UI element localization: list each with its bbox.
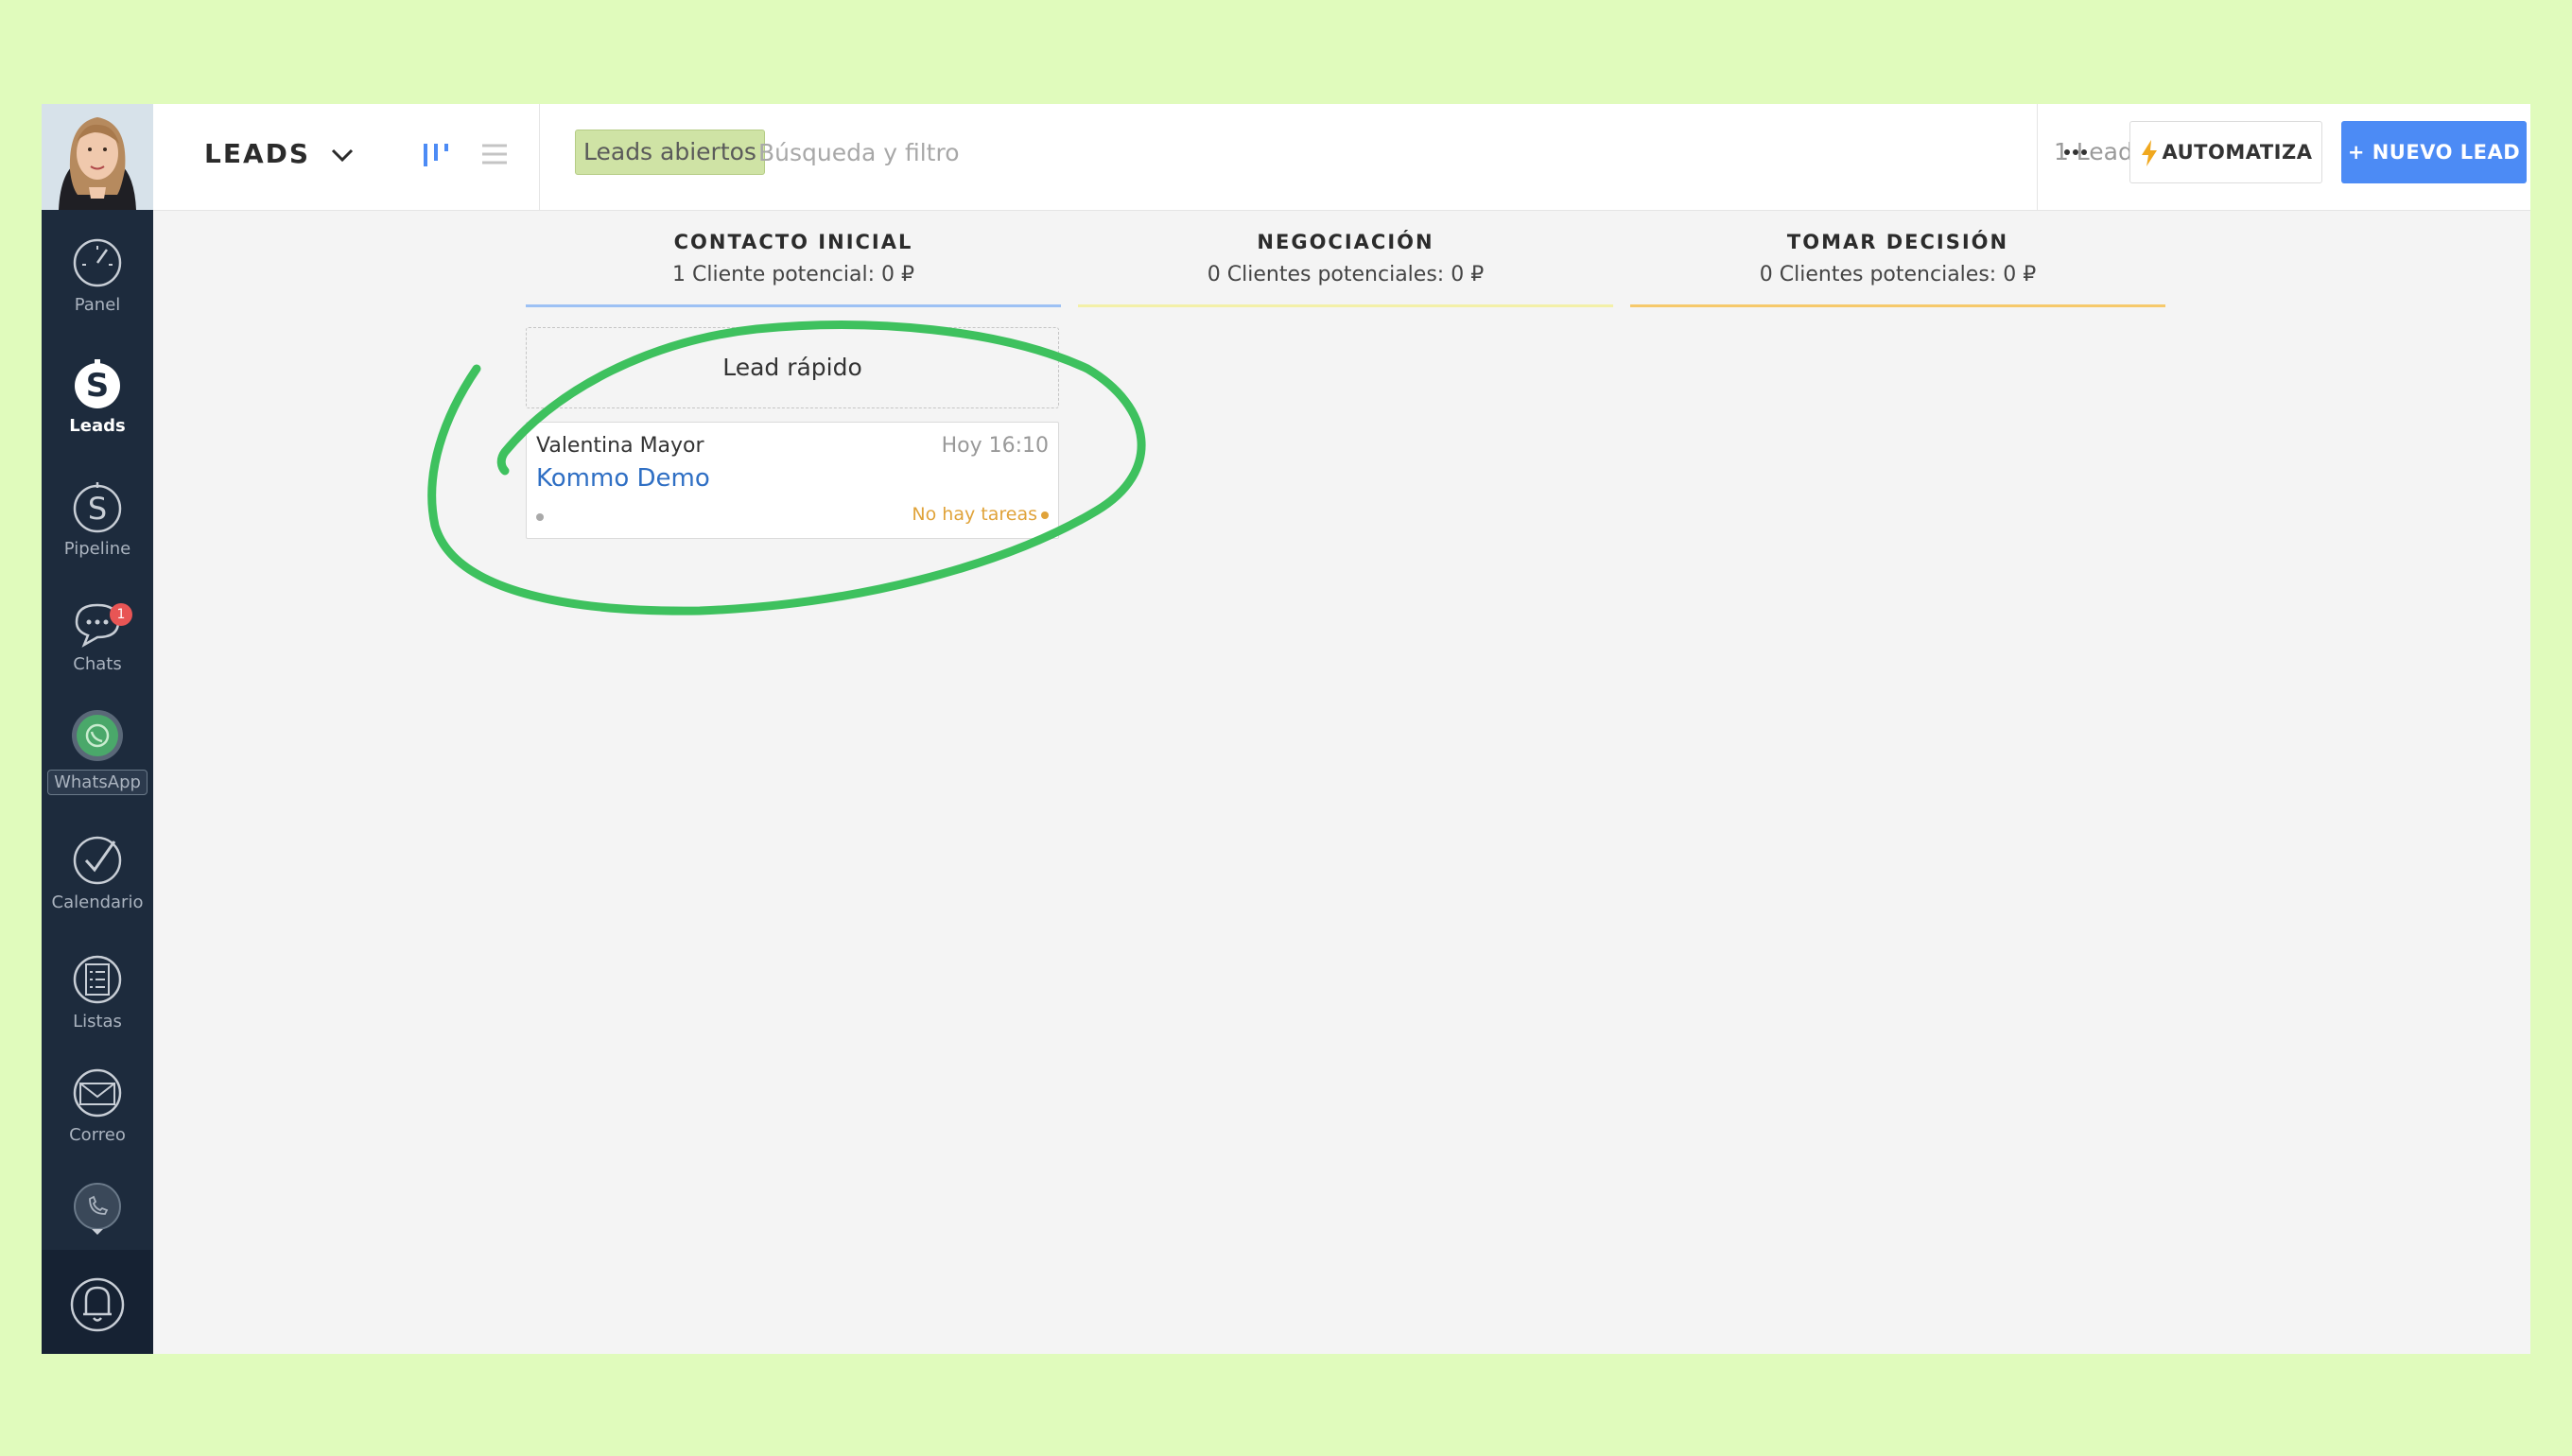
pipeline-column-tomar-decision: TOMAR DECISIÓN 0 Clientes potenciales: 0… [1630,231,2165,286]
sidebar-item-whatsapp[interactable]: WhatsApp [42,709,153,795]
sidebar-item-panel[interactable]: Panel [42,236,153,315]
sidebar-item-leads[interactable]: S Leads [42,357,153,436]
column-title: NEGOCIACIÓN [1257,231,1434,253]
kanban-icon [424,144,448,166]
more-options-button[interactable] [2054,130,2097,174]
whatsapp-icon [72,710,123,761]
pipeline-column-negociacion: NEGOCIACIÓN 0 Clientes potenciales: 0 ₽ [1078,231,1613,286]
checkmark-icon [73,836,122,885]
sidebar-item-label: Calendario [51,893,144,912]
column-count: 0 Clientes potenciales: 0 ₽ [1207,263,1485,286]
bell-icon [70,1277,125,1332]
sidebar-item-correo[interactable]: Correo [42,1066,153,1145]
lightning-icon [2141,140,2157,166]
task-dot [1041,511,1049,519]
sidebar-item-label: WhatsApp [47,770,148,795]
column-stage-line [526,304,1061,307]
sidebar-item-label: Leads [69,416,126,436]
automate-button[interactable]: AUTOMATIZA [2129,121,2322,183]
sidebar-more-phone[interactable] [42,1182,153,1235]
lead-status-dot [536,513,544,521]
page-title: LEADS [204,138,311,169]
svg-text:S: S [86,367,110,405]
sidebar: Panel S Leads S Pipeline 1 Chats WhatsAp… [42,104,153,1354]
list-icon [73,955,122,1004]
phone-icon [74,1183,121,1235]
divider [2037,104,2038,210]
lead-contact-name[interactable]: Valentina Mayor [536,434,704,458]
more-dots-icon [2064,149,2087,155]
sidebar-item-calendario[interactable]: Calendario [42,834,153,912]
column-stage-line [1078,304,1613,307]
dollar-outline-icon: S [73,482,122,533]
avatar[interactable] [42,104,153,210]
sidebar-item-label: Listas [73,1012,122,1031]
chevron-down-icon [331,148,353,163]
top-header: LEADS Leads abiertos 1 Lead: 0 ₽ [153,104,2530,211]
lead-tasks-label: No hay tareas [912,504,1037,525]
lead-time: Hoy 16:10 [941,434,1049,458]
lead-name-link[interactable]: Kommo Demo [536,464,710,493]
sidebar-item-label: Correo [69,1125,126,1145]
sidebar-item-label: Panel [74,295,121,315]
divider [539,104,540,210]
sidebar-item-label: Pipeline [63,539,131,559]
sidebar-item-label: Chats [73,654,122,674]
column-count: 1 Cliente potencial: 0 ₽ [672,263,914,286]
list-view-button[interactable] [478,138,511,174]
lead-tasks-status: No hay tareas [912,504,1049,525]
column-stage-line [1630,304,2165,307]
column-title: CONTACTO INICIAL [673,231,913,253]
page-title-dropdown[interactable]: LEADS [204,138,354,169]
mail-icon [73,1068,122,1118]
list-lines-icon [482,144,507,165]
column-title: TOMAR DECISIÓN [1786,231,2009,253]
sidebar-item-listas[interactable]: Listas [42,953,153,1031]
pipeline-view-button[interactable] [420,138,452,174]
column-count: 0 Clientes potenciales: 0 ₽ [1759,263,2037,286]
svg-text:S: S [88,491,107,527]
filter-tag-open-leads[interactable]: Leads abiertos [575,130,765,175]
new-lead-button[interactable]: + NUEVO LEAD [2341,121,2527,183]
sidebar-item-chats[interactable]: 1 Chats [42,596,153,674]
app-window: Panel S Leads S Pipeline 1 Chats WhatsAp… [42,104,2530,1354]
speedometer-icon [73,238,122,287]
pipeline-column-contacto-inicial: CONTACTO INICIAL 1 Cliente potencial: 0 … [526,231,1061,286]
lead-card[interactable]: Valentina Mayor Hoy 16:10 Kommo Demo No … [526,422,1059,539]
dollar-icon: S [75,359,120,408]
quick-lead-button[interactable]: Lead rápido [526,327,1059,408]
sidebar-item-pipeline[interactable]: S Pipeline [42,480,153,559]
chats-badge: 1 [110,603,132,626]
search-input[interactable] [756,130,1252,175]
automate-label: AUTOMATIZA [2162,141,2313,164]
notifications-area[interactable] [42,1250,153,1354]
